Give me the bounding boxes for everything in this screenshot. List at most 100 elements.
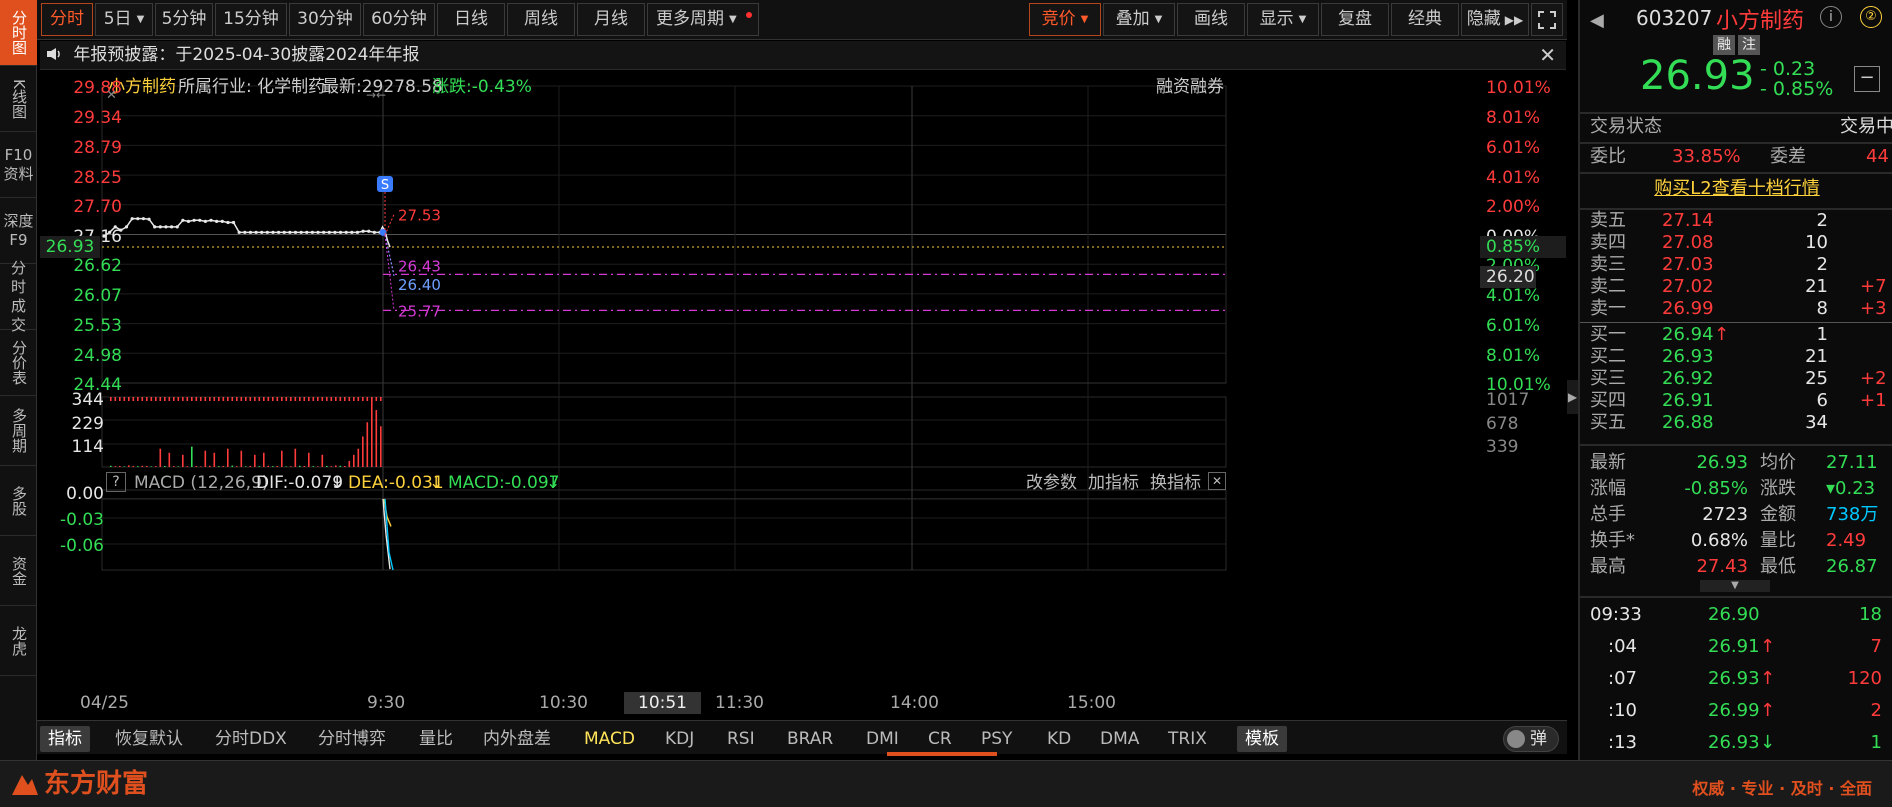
button-label: 画线	[1194, 9, 1228, 29]
volume-top-tick	[222, 397, 225, 401]
ask-row[interactable]: 卖一 26.99 8 +3	[1590, 298, 1892, 320]
fullscreen-button[interactable]	[1531, 3, 1563, 36]
price-axis-label: 24.98	[73, 346, 122, 366]
classic-button[interactable]: 经典	[1391, 3, 1459, 36]
volume-bar	[290, 466, 292, 467]
tab-game[interactable]: 分时博弈	[318, 726, 386, 752]
close-icon[interactable]: ✕	[1208, 472, 1226, 490]
bid-label: 买二	[1590, 346, 1626, 367]
bid-row[interactable]: 买四 26.91 6 +1	[1590, 390, 1892, 412]
l2-purchase-link[interactable]: 购买L2查看十档行情	[1580, 176, 1892, 202]
left-nav-item-dragon-tiger[interactable]: 龙虎	[0, 606, 37, 676]
left-nav-item-depth[interactable]: 深度F9	[0, 198, 37, 264]
current-price-tag: 26.93	[40, 236, 100, 258]
price-point	[361, 229, 365, 233]
ask-row[interactable]: 卖三 27.03 2	[1590, 254, 1892, 276]
left-nav-item-fund[interactable]: 资金	[0, 536, 37, 606]
period-60min-button[interactable]: 60分钟	[363, 3, 435, 36]
expand-arrows-icon[interactable]: →←	[366, 88, 386, 102]
macd-edit-params-button[interactable]: 改参数	[1026, 472, 1077, 494]
period-5min-button[interactable]: 5分钟	[155, 3, 213, 36]
tab-ddx[interactable]: 分时DDX	[215, 726, 287, 752]
tick-volume: 7	[1870, 636, 1882, 657]
period-day-button[interactable]: 日线	[437, 3, 505, 36]
volume-top-tick	[155, 397, 157, 401]
price-point	[243, 230, 247, 234]
chevron-left-icon[interactable]: ◀	[1590, 10, 1604, 31]
popup-toggle[interactable]: 弹	[1503, 726, 1559, 752]
tab-brar[interactable]: BRAR	[787, 726, 833, 752]
draw-line-button[interactable]: 画线	[1177, 3, 1245, 36]
tab-inner-outer[interactable]: 内外盘差	[483, 726, 551, 752]
left-nav-item-f10[interactable]: F10资料	[0, 132, 37, 198]
close-icon[interactable]: ✕	[1539, 41, 1556, 70]
ask-row[interactable]: 卖四 27.08 10	[1590, 232, 1892, 254]
macd-switch-indicator-button[interactable]: 换指标	[1150, 472, 1201, 494]
left-nav-item-multi-period[interactable]: 多周期	[0, 396, 37, 466]
tab-restore-default[interactable]: 恢复默认	[115, 726, 183, 752]
divider	[1580, 322, 1892, 323]
volume-top-tick	[218, 397, 220, 401]
period-week-button[interactable]: 周线	[507, 3, 575, 36]
tab-macd[interactable]: MACD	[584, 726, 635, 752]
tab-indicator[interactable]: 指标	[40, 726, 90, 752]
more-periods-button[interactable]: 更多周期 ▼	[647, 3, 759, 36]
display-button[interactable]: 显示 ▼	[1247, 3, 1319, 36]
left-nav-item-multi-stock[interactable]: 多股	[0, 466, 37, 536]
replay-button[interactable]: 复盘	[1321, 3, 1389, 36]
macd-add-indicator-button[interactable]: 加指标	[1088, 472, 1139, 494]
period-minute-button[interactable]: 分时	[41, 3, 93, 36]
overlay-button[interactable]: 叠加 ▼	[1103, 3, 1175, 36]
badge-count[interactable]: ②	[1860, 6, 1882, 28]
chart-area[interactable]: S 27.53 26.43 26.40 25.77 小方制药 所属行业: 化学制药 最新…	[40, 70, 1566, 722]
volume-top-tick	[344, 397, 346, 401]
tab-kdj[interactable]: KDJ	[665, 726, 694, 752]
expand-down-icon[interactable]: ▼	[1700, 580, 1770, 592]
ask-row[interactable]: 卖五 27.14 2	[1590, 210, 1892, 232]
bid-row[interactable]: 买二 26.93 21	[1590, 346, 1892, 368]
volume-bar	[267, 465, 270, 467]
left-nav-item-trades[interactable]: 分时成交	[0, 259, 37, 334]
hide-button[interactable]: 隐藏 ▶▶	[1461, 3, 1529, 36]
left-nav-item-price-table[interactable]: 分价表	[0, 330, 37, 396]
bid-row[interactable]: 买三 26.92 25 +2	[1590, 368, 1892, 390]
bid-row[interactable]: 买五 26.88 34	[1590, 412, 1892, 434]
margin-trading-link[interactable]: 融资融券	[1156, 76, 1224, 98]
tab-volume-ratio[interactable]: 量比	[419, 726, 453, 752]
period-5day-button[interactable]: 5日 ▼	[95, 3, 153, 36]
scroll-indicator[interactable]	[887, 752, 997, 756]
bid-row[interactable]: 买一 26.94 ↑ 1	[1590, 324, 1892, 346]
tab-template[interactable]: 模板	[1237, 726, 1287, 752]
volume-bar	[213, 452, 216, 467]
period-15min-button[interactable]: 15分钟	[215, 3, 287, 36]
bid-label: 买四	[1590, 390, 1626, 411]
app-window: 分时图 K线图 F10资料 深度F9 分时成交 分价表 多周期 多股 资金 龙虎…	[0, 0, 1892, 807]
volume-bar	[186, 466, 189, 467]
panel-toggle-arrow-icon[interactable]: ▶	[1567, 380, 1578, 414]
left-nav-item-kline[interactable]: K线图	[0, 66, 37, 132]
volume-bar	[362, 436, 364, 467]
ask-price: 27.02	[1662, 276, 1714, 297]
help-icon[interactable]: ?	[106, 472, 126, 492]
price-point	[299, 230, 303, 234]
tab-trix[interactable]: TRIX	[1168, 726, 1207, 752]
horn-icon	[46, 41, 68, 70]
left-nav-item-minute[interactable]: 分时图	[0, 0, 37, 66]
period-month-button[interactable]: 月线	[577, 3, 645, 36]
tab-dma[interactable]: DMA	[1100, 726, 1139, 752]
collapse-icon[interactable]: −	[1854, 66, 1880, 92]
tab-kd[interactable]: KD	[1047, 726, 1071, 752]
info-icon[interactable]: i	[1820, 6, 1842, 28]
auction-button[interactable]: 竞价 ▼	[1029, 3, 1101, 36]
tab-cr[interactable]: CR	[928, 726, 952, 752]
close-icon[interactable]: ✕	[106, 88, 117, 103]
tab-psy[interactable]: PSY	[981, 726, 1012, 752]
tab-dmi[interactable]: DMI	[866, 726, 899, 752]
ask-row[interactable]: 卖二 27.02 21 +7	[1590, 276, 1892, 298]
notification-dot-icon	[746, 12, 752, 18]
bid-price: 26.93	[1662, 346, 1714, 367]
tab-rsi[interactable]: RSI	[727, 726, 755, 752]
volume-top-tick	[348, 397, 351, 401]
chart-canvas[interactable]: S 27.53 26.4326.40 25.77	[40, 70, 1566, 722]
period-30min-button[interactable]: 30分钟	[289, 3, 361, 36]
